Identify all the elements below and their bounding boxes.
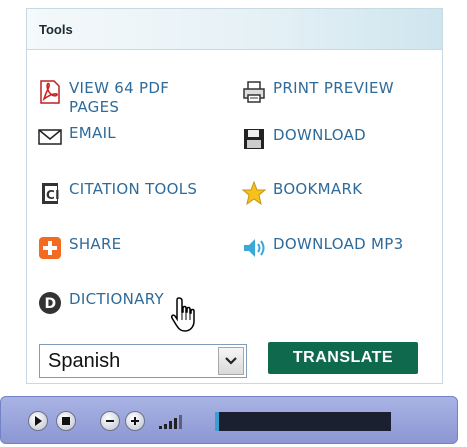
language-select[interactable]: Spanish — [39, 344, 247, 378]
email-link[interactable]: EMAIL — [37, 124, 116, 150]
tools-panel-header: Tools — [27, 9, 442, 50]
language-select-value: Spanish — [48, 349, 121, 372]
star-icon — [241, 180, 267, 206]
dictionary-icon: D — [37, 290, 63, 316]
bookmark-link[interactable]: BOOKMARK — [241, 180, 362, 206]
hand-cursor-icon — [170, 296, 198, 334]
share-link[interactable]: SHARE — [37, 235, 121, 261]
share-label: SHARE — [69, 235, 122, 253]
download-label: DOWNLOAD — [273, 126, 366, 144]
print-preview-label: PRINT PREVIEW — [273, 79, 394, 97]
translate-button[interactable]: TRANSLATE — [268, 342, 418, 374]
svg-text:D: D — [45, 296, 57, 312]
download-link[interactable]: DOWNLOAD — [241, 126, 366, 152]
stop-icon — [62, 417, 70, 425]
download-mp3-link[interactable]: DOWNLOAD MP3 — [241, 235, 404, 261]
chevron-down-icon[interactable] — [218, 347, 244, 375]
tools-panel: Tools VIEW 64 PDF PAGES PRINT PREVIEW EM… — [26, 8, 443, 384]
bookmark-label: BOOKMARK — [273, 180, 363, 198]
dictionary-label: DICTIONARY — [69, 290, 164, 308]
playback-progress-bar[interactable] — [215, 412, 391, 431]
citation-tools-link[interactable]: Ci CITATION TOOLS — [37, 180, 197, 206]
view-pdf-label: VIEW 64 PDF PAGES — [69, 79, 170, 116]
volume-level-indicator — [159, 413, 182, 429]
print-preview-link[interactable]: PRINT PREVIEW — [241, 79, 394, 105]
view-pdf-pages-link[interactable]: VIEW 64 PDF PAGES — [37, 79, 169, 117]
citation-icon: Ci — [37, 180, 63, 206]
volume-up-button[interactable] — [125, 411, 145, 431]
printer-icon — [241, 79, 267, 105]
volume-down-button[interactable] — [100, 411, 120, 431]
email-label: EMAIL — [69, 124, 116, 142]
plus-icon — [131, 417, 139, 425]
play-icon — [35, 416, 42, 426]
playback-progress-fill — [215, 412, 219, 431]
floppy-disk-icon — [241, 126, 267, 152]
play-button[interactable] — [28, 411, 48, 431]
svg-text:Ci: Ci — [46, 188, 60, 202]
envelope-icon — [37, 124, 63, 150]
citation-tools-label: CITATION TOOLS — [69, 180, 198, 198]
audio-player — [0, 396, 458, 444]
minus-icon — [106, 420, 114, 422]
download-mp3-label: DOWNLOAD MP3 — [273, 235, 404, 253]
stop-button[interactable] — [56, 411, 76, 431]
speaker-icon — [241, 235, 267, 261]
translate-row: Spanish — [39, 344, 247, 378]
plus-share-icon — [37, 235, 63, 261]
panel-title: Tools — [39, 21, 73, 37]
dictionary-link[interactable]: D DICTIONARY — [37, 290, 164, 316]
pdf-icon — [37, 79, 63, 105]
